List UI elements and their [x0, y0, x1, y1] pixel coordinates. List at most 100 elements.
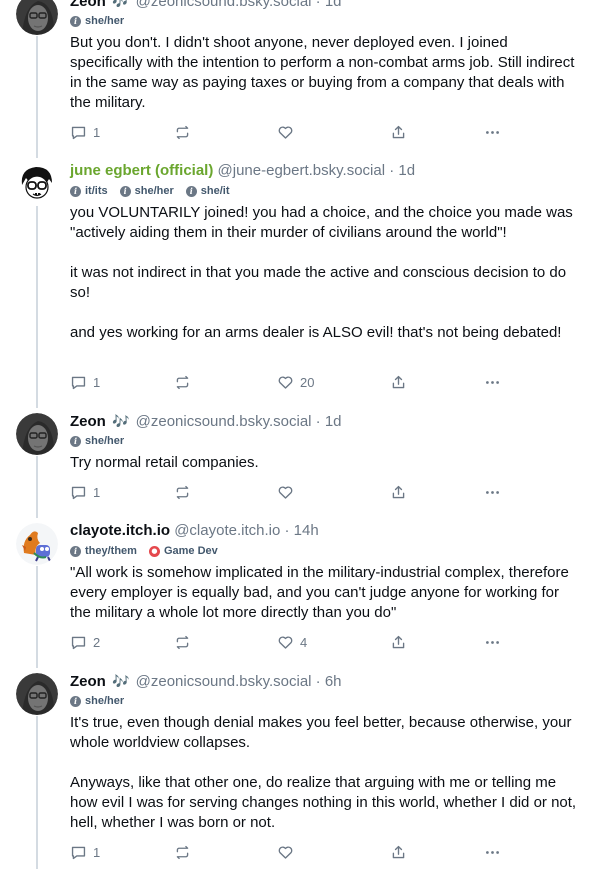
comment-icon	[70, 844, 87, 861]
timestamp[interactable]: 1d	[325, 413, 342, 430]
reply-count: 1	[93, 844, 101, 860]
post-header: Zeon 🎶 @zeonicsound.bsky.social · 1d	[70, 411, 580, 431]
more-options-button[interactable]	[484, 482, 501, 502]
music-notes-emoji: 🎶	[112, 413, 130, 429]
more-options-button[interactable]	[484, 842, 501, 862]
avatar[interactable]	[16, 163, 58, 205]
display-name[interactable]: clayote.itch.io	[70, 522, 170, 539]
avatar[interactable]	[16, 523, 58, 565]
post-actions: 1	[70, 482, 510, 502]
thread-line	[36, 206, 38, 408]
repost-icon	[174, 484, 191, 501]
share-icon	[390, 844, 407, 861]
share-button[interactable]	[390, 122, 407, 142]
display-name[interactable]: Zeon	[70, 673, 106, 690]
post-header: Zeon 🎶 @zeonicsound.bsky.social · 6h	[70, 671, 580, 691]
like-button[interactable]: 20	[277, 372, 314, 392]
timestamp[interactable]: 14h	[294, 522, 319, 539]
ellipsis-icon	[484, 484, 501, 501]
post-text: It's true, even though denial makes you …	[70, 714, 577, 831]
post-actions: 1 20	[70, 372, 510, 392]
avatar[interactable]	[16, 673, 58, 715]
info-icon: i	[119, 185, 131, 197]
post-actions: 1	[70, 122, 510, 142]
like-button[interactable]	[277, 122, 300, 142]
avatar[interactable]	[16, 0, 58, 35]
info-icon: i	[70, 435, 81, 447]
pronoun-badge: i they/them	[70, 542, 137, 560]
like-button[interactable]	[277, 482, 300, 502]
repost-icon	[174, 844, 191, 861]
post-actions: 1	[70, 842, 510, 862]
post-actions: 2 4	[70, 632, 510, 652]
reply-count: 1	[93, 484, 101, 500]
comment-icon	[70, 124, 87, 141]
like-count: 20	[300, 374, 315, 390]
info-icon: i	[70, 695, 81, 707]
more-options-button[interactable]	[484, 122, 501, 142]
pronoun-badges: i she/her	[70, 12, 580, 30]
share-button[interactable]	[390, 372, 407, 392]
share-button[interactable]	[390, 632, 407, 652]
pronoun-label: they/them	[85, 545, 137, 557]
music-notes-emoji: 🎶	[112, 673, 130, 689]
post-text: you VOLUNTARILY joined! you had a choice…	[70, 204, 573, 341]
share-icon	[390, 484, 407, 501]
display-name[interactable]: Zeon	[70, 0, 106, 10]
heart-icon	[277, 374, 294, 391]
game-dev-badge: ● Game Dev	[148, 542, 218, 560]
pronoun-badge: i she/her	[70, 692, 124, 710]
handle[interactable]: @zeonicsound.bsky.social	[136, 673, 312, 690]
more-options-button[interactable]	[484, 632, 501, 652]
comment-icon	[70, 634, 87, 651]
like-button[interactable]: 4	[277, 632, 307, 652]
timestamp[interactable]: 6h	[325, 673, 342, 690]
handle[interactable]: @zeonicsound.bsky.social	[136, 413, 312, 430]
share-button[interactable]	[390, 842, 407, 862]
reply-button[interactable]: 1	[70, 372, 100, 392]
separator-dot: ·	[389, 162, 395, 179]
display-name[interactable]: Zeon	[70, 413, 106, 430]
share-button[interactable]	[390, 482, 407, 502]
comment-icon	[70, 374, 87, 391]
timestamp[interactable]: 1d	[325, 0, 342, 10]
reply-button[interactable]: 1	[70, 842, 100, 862]
like-button[interactable]	[277, 842, 300, 862]
ellipsis-icon	[484, 374, 501, 391]
info-icon: i	[70, 185, 81, 197]
repost-icon	[174, 374, 191, 391]
handle[interactable]: @clayote.itch.io	[174, 522, 280, 539]
pronoun-badge: i she/her	[70, 12, 124, 30]
pronoun-badge: i it/its	[70, 182, 108, 200]
repost-icon	[174, 124, 191, 141]
pronoun-badges: i she/her	[70, 432, 580, 450]
info-icon: i	[70, 15, 81, 27]
reply-button[interactable]: 2	[70, 632, 100, 652]
comment-icon	[70, 484, 87, 501]
repost-button[interactable]	[174, 372, 197, 392]
avatar[interactable]	[16, 413, 58, 455]
handle[interactable]: @zeonicsound.bsky.social	[136, 0, 312, 10]
pronoun-badges: i she/her	[70, 692, 580, 710]
thread-line	[36, 566, 38, 668]
reply-count: 2	[93, 634, 101, 650]
ellipsis-icon	[484, 124, 501, 141]
heart-icon	[277, 484, 294, 501]
reply-button[interactable]: 1	[70, 482, 100, 502]
display-name[interactable]: june egbert (official)	[70, 162, 213, 179]
reply-button[interactable]: 1	[70, 122, 100, 142]
heart-icon	[277, 634, 294, 651]
reply-count: 1	[93, 124, 101, 140]
info-icon: i	[185, 185, 197, 197]
separator-dot: ·	[315, 413, 321, 430]
separator-dot: ·	[315, 0, 321, 10]
repost-button[interactable]	[174, 842, 197, 862]
repost-button[interactable]	[174, 122, 197, 142]
repost-button[interactable]	[174, 482, 197, 502]
separator-dot: ·	[315, 673, 321, 690]
more-options-button[interactable]	[484, 372, 501, 392]
pronoun-badge: i she/her	[70, 432, 124, 450]
handle[interactable]: @june-egbert.bsky.social	[218, 162, 386, 179]
timestamp[interactable]: 1d	[398, 162, 415, 179]
repost-button[interactable]	[174, 632, 197, 652]
